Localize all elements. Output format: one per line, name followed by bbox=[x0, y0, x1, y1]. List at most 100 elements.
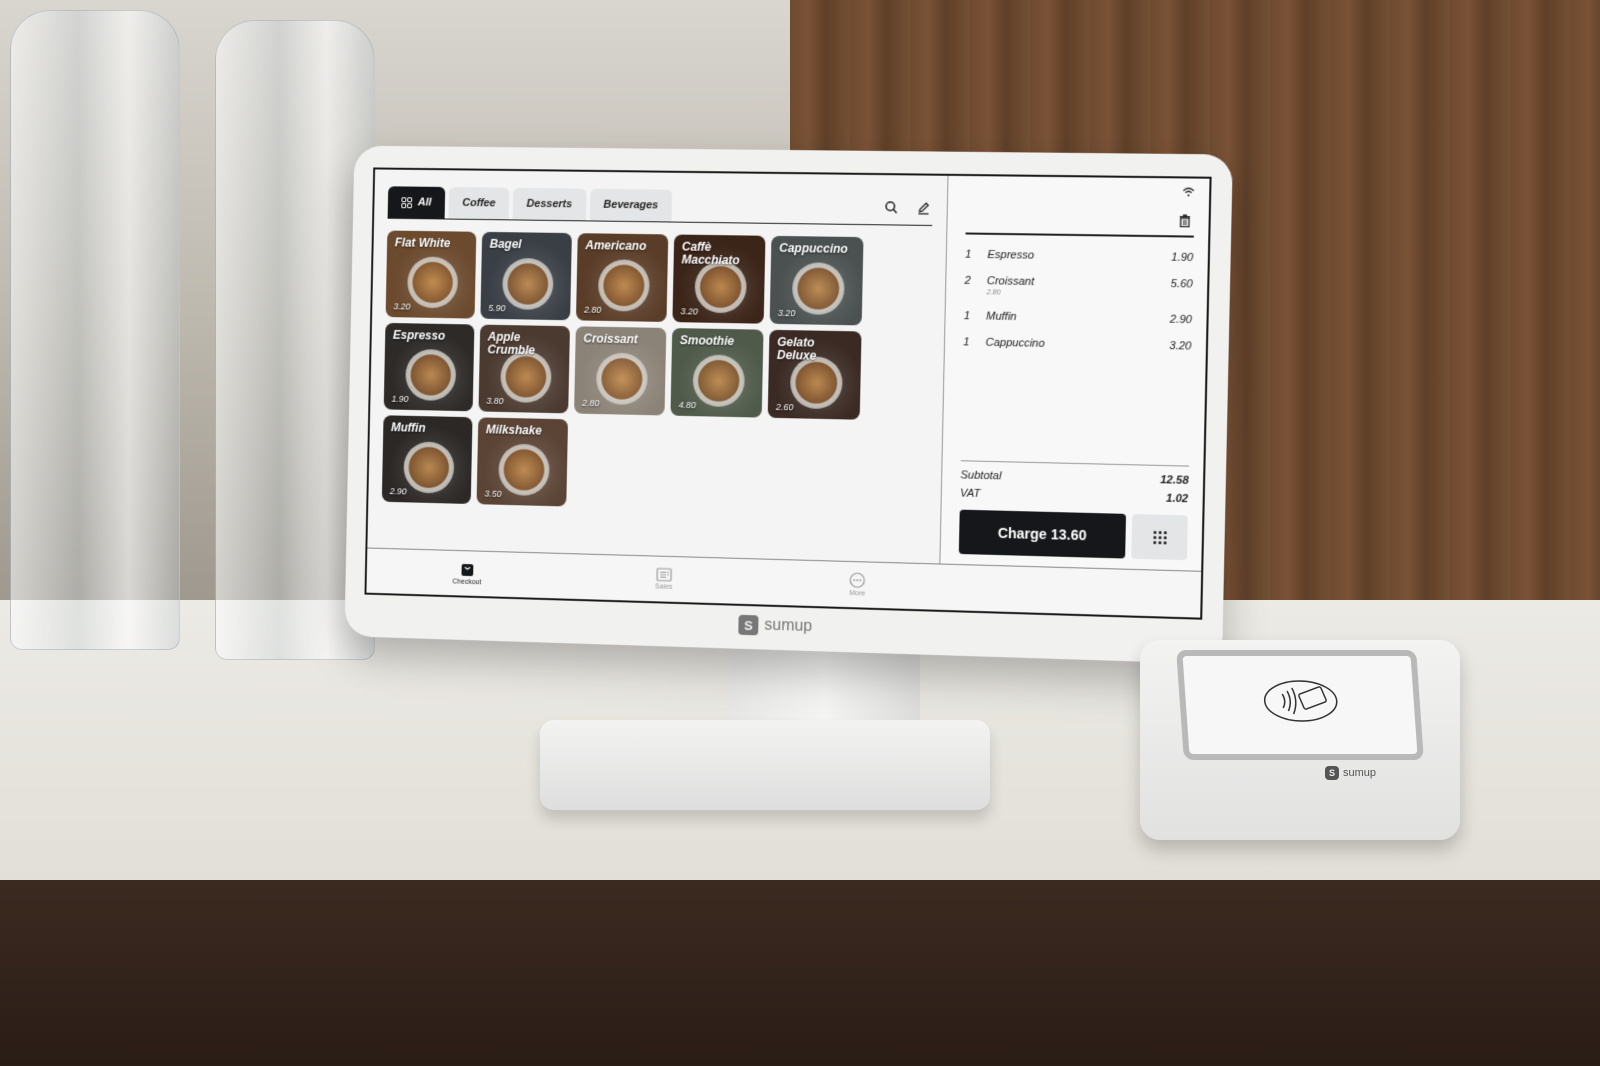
product-image bbox=[501, 257, 554, 311]
cart-item-name-wrap: Cappuccino bbox=[985, 337, 1140, 352]
tab-label: Beverages bbox=[603, 198, 659, 212]
subtotal-value: 12.58 bbox=[1160, 474, 1189, 487]
product-price: 2.80 bbox=[582, 397, 600, 409]
cart-totals: Subtotal 12.58 VAT 1.02 Charge 13.60 bbox=[958, 460, 1189, 561]
cart-item-qty: 2 bbox=[964, 274, 971, 288]
category-tabs: All Coffee Desserts Beverages bbox=[387, 179, 934, 226]
cart-line-item[interactable]: 1 Muffin 2.90 bbox=[964, 310, 1192, 326]
product-price: 3.20 bbox=[777, 307, 796, 319]
cart-item-amount: 5.60 bbox=[1170, 277, 1193, 291]
charge-button[interactable]: Charge 13.60 bbox=[958, 509, 1127, 559]
tablet-stand-base bbox=[540, 720, 990, 810]
nav-checkout[interactable]: Checkout bbox=[452, 561, 481, 586]
product-image bbox=[595, 352, 649, 406]
cart-line-item[interactable]: 1 Espresso 1.90 bbox=[965, 249, 1194, 264]
keypad-button[interactable] bbox=[1131, 514, 1188, 561]
cart-item-name-wrap: Croissant 2.80 bbox=[987, 275, 1142, 299]
product-tile[interactable]: Caffè Macchiato 3.20 bbox=[672, 234, 766, 324]
product-name: Flat White bbox=[394, 235, 451, 251]
product-price: 4.80 bbox=[678, 399, 697, 411]
product-tile[interactable]: Muffin 2.90 bbox=[381, 415, 473, 505]
cart-item-name: Muffin bbox=[985, 310, 1017, 324]
tab-beverages[interactable]: Beverages bbox=[589, 188, 673, 222]
product-image bbox=[692, 354, 746, 408]
product-image bbox=[789, 356, 843, 410]
cart-item-name: Cappuccino bbox=[985, 336, 1045, 350]
keypad-icon bbox=[1152, 530, 1167, 544]
subtotal-label: Subtotal bbox=[960, 469, 1002, 483]
product-tile[interactable]: Milkshake 3.50 bbox=[476, 417, 569, 507]
card-reader: S sumup bbox=[1140, 640, 1460, 840]
product-tile[interactable]: Flat White 3.20 bbox=[385, 230, 477, 319]
vat-value: 1.02 bbox=[1165, 492, 1189, 506]
product-tile[interactable]: Americano 2.80 bbox=[575, 233, 669, 322]
product-price: 2.60 bbox=[775, 401, 794, 413]
nav-label: Sales bbox=[654, 583, 673, 591]
nav-more[interactable]: More bbox=[849, 572, 866, 598]
product-image bbox=[403, 441, 455, 494]
cart-item-qty: 1 bbox=[963, 310, 971, 323]
product-image bbox=[405, 348, 457, 402]
cart-item-amount: 3.20 bbox=[1169, 340, 1192, 353]
product-name: Muffin bbox=[390, 420, 426, 435]
nav-sales[interactable]: Sales bbox=[654, 567, 673, 591]
product-name: Espresso bbox=[392, 327, 446, 343]
edit-button[interactable] bbox=[914, 199, 933, 217]
product-price: 3.20 bbox=[680, 306, 698, 317]
product-image bbox=[406, 256, 459, 309]
product-price: 2.90 bbox=[389, 486, 407, 497]
product-name: Cappuccino bbox=[779, 240, 849, 256]
wifi-icon bbox=[1182, 187, 1195, 197]
cart-panel: 1 Espresso 1.90 2 Croissant 2.80 5.60 1 … bbox=[939, 175, 1210, 571]
clear-cart-button[interactable] bbox=[1175, 211, 1194, 230]
tablet-brand: S sumup bbox=[738, 614, 813, 637]
product-image bbox=[791, 262, 845, 316]
product-name: Smoothie bbox=[679, 333, 735, 349]
brand-name: sumup bbox=[764, 616, 813, 636]
contactless-icon bbox=[1263, 680, 1338, 722]
cart-item-qty: 1 bbox=[963, 336, 970, 349]
pencil-icon bbox=[916, 201, 930, 215]
search-button[interactable] bbox=[882, 198, 901, 216]
cart-item-name-wrap: Espresso bbox=[987, 249, 1142, 263]
product-tile[interactable]: Espresso 1.90 bbox=[383, 322, 475, 412]
glass-bottle bbox=[10, 10, 180, 650]
vat-row: VAT 1.02 bbox=[960, 487, 1188, 505]
cart-line-item[interactable]: 2 Croissant 2.80 5.60 bbox=[964, 275, 1193, 300]
product-name: Milkshake bbox=[485, 422, 542, 438]
reader-brand: S sumup bbox=[1325, 766, 1376, 780]
product-name: Gelato Deluxe bbox=[776, 334, 817, 363]
tab-desserts[interactable]: Desserts bbox=[512, 187, 587, 221]
tab-coffee[interactable]: Coffee bbox=[448, 187, 510, 220]
cart-item-name-wrap: Muffin bbox=[986, 310, 1141, 325]
search-icon bbox=[884, 200, 898, 214]
grid-icon bbox=[401, 196, 413, 208]
nav-label: More bbox=[849, 590, 866, 598]
receipt-icon bbox=[656, 568, 672, 582]
product-tile[interactable]: Smoothie 4.80 bbox=[670, 328, 764, 418]
product-tile[interactable]: Apple Crumble 3.80 bbox=[478, 324, 570, 414]
subtotal-row: Subtotal 12.58 bbox=[960, 469, 1188, 487]
product-image bbox=[498, 443, 550, 497]
product-tile[interactable]: Bagel 5.90 bbox=[480, 231, 572, 321]
product-name: Caffè Macchiato bbox=[681, 239, 740, 268]
sumup-logo-icon: S bbox=[1325, 766, 1339, 780]
product-tile[interactable]: Cappuccino 3.20 bbox=[769, 235, 864, 326]
tab-label: All bbox=[417, 196, 432, 209]
cart-item-amount: 1.90 bbox=[1171, 251, 1194, 265]
cart-item-qty: 1 bbox=[964, 248, 972, 261]
cart-item-name: Espresso bbox=[987, 248, 1035, 262]
trash-icon bbox=[1179, 214, 1192, 226]
tab-label: Coffee bbox=[462, 197, 496, 210]
product-tile[interactable]: Croissant 2.80 bbox=[574, 326, 667, 416]
cart-line-item[interactable]: 1 Cappuccino 3.20 bbox=[963, 336, 1191, 352]
pos-tablet: All Coffee Desserts Beverages Flat White… bbox=[344, 145, 1233, 665]
tab-all[interactable]: All bbox=[387, 186, 446, 219]
card-reader-screen bbox=[1176, 650, 1424, 760]
product-tile[interactable]: Gelato Deluxe 2.60 bbox=[767, 329, 862, 420]
product-price: 2.80 bbox=[583, 304, 602, 315]
counter-edge bbox=[0, 880, 1600, 1066]
product-name: Americano bbox=[585, 238, 647, 254]
product-catalog: All Coffee Desserts Beverages Flat White… bbox=[367, 169, 947, 563]
vat-label: VAT bbox=[959, 487, 981, 501]
